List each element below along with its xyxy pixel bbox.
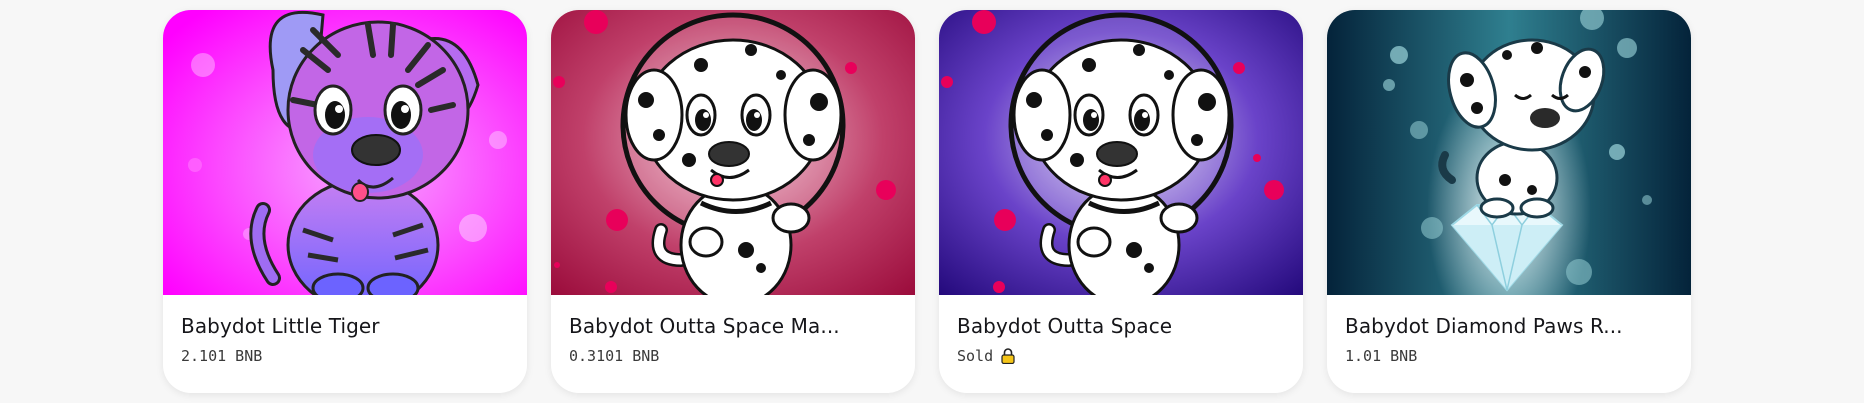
price-label: 2.101 BNB (181, 347, 263, 365)
space-dalmatian-art (939, 10, 1303, 295)
sold-label: Sold (957, 347, 994, 365)
nft-card[interactable]: Babydot Diamond Paws R... 1.01 BNB (1327, 10, 1691, 393)
nft-title[interactable]: Babydot Little Tiger (181, 313, 509, 339)
nft-card-grid: Babydot Little Tiger 2.101 BNB Babydot O… (163, 10, 1691, 393)
price-label: 1.01 BNB (1345, 347, 1418, 365)
space-dalmatian-art (551, 10, 915, 295)
nft-card[interactable]: Babydot Outta Space Ma... 0.3101 BNB (551, 10, 915, 393)
nft-title[interactable]: Babydot Outta Space Ma... (569, 313, 897, 339)
lock-icon (1001, 348, 1015, 364)
nft-price: Sold (957, 346, 1285, 366)
nft-title[interactable]: Babydot Outta Space (957, 313, 1285, 339)
nft-price: 0.3101 BNB (569, 346, 897, 366)
nft-price: 2.101 BNB (181, 346, 509, 366)
nft-price: 1.01 BNB (1345, 346, 1673, 366)
nft-card[interactable]: Babydot Outta Space Sold (939, 10, 1303, 393)
tiger-puppy-art (163, 10, 527, 295)
price-label: 0.3101 BNB (569, 347, 660, 365)
nft-title[interactable]: Babydot Diamond Paws R... (1345, 313, 1673, 339)
diamond-dalmatian-art (1327, 10, 1691, 295)
nft-card[interactable]: Babydot Little Tiger 2.101 BNB (163, 10, 527, 393)
